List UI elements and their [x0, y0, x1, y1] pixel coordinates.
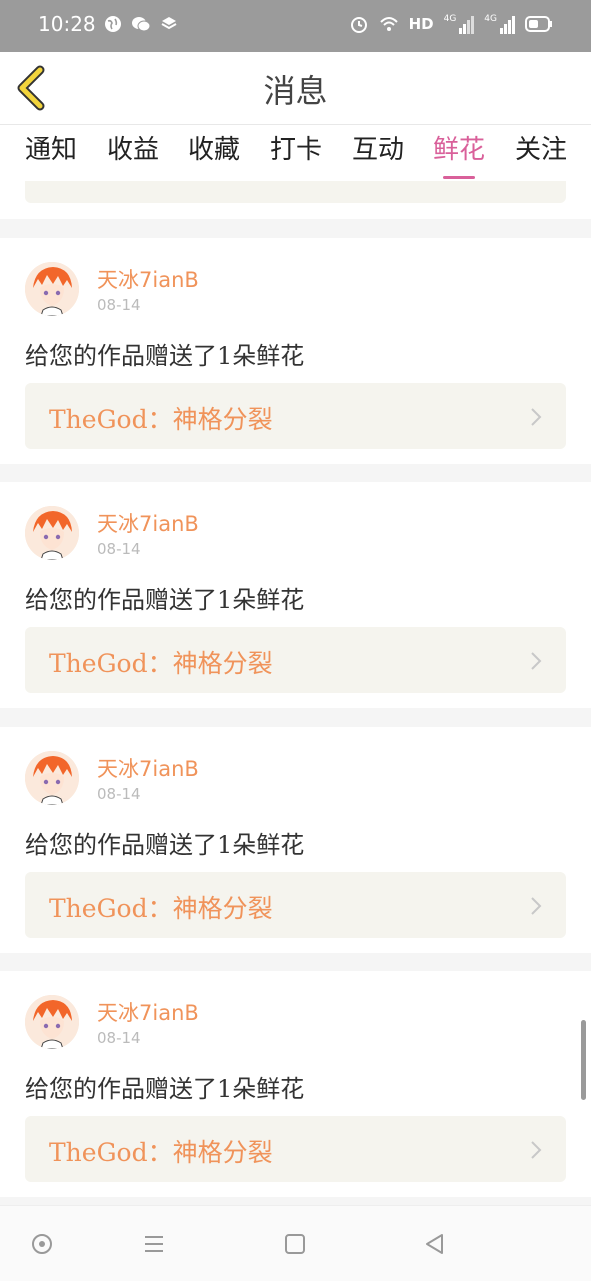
alarm-icon: [350, 17, 367, 33]
work-link[interactable]: [25, 181, 566, 203]
signal-icon: 4G: [444, 14, 475, 34]
list-item: 天冰7ianB 08-14 给您的作品赠送了1朵鲜花 TheGod：神格分裂: [0, 727, 591, 953]
menu-icon[interactable]: [142, 1232, 166, 1256]
username[interactable]: 天冰7ianB: [97, 753, 199, 783]
system-nav-bar: [0, 1205, 591, 1281]
username[interactable]: 天冰7ianB: [97, 997, 199, 1027]
wifi-icon: [379, 17, 398, 31]
status-time: 10:28: [38, 12, 96, 36]
avatar[interactable]: [25, 262, 79, 316]
header: 消息: [0, 52, 591, 125]
avatar[interactable]: [25, 751, 79, 805]
message-text: 给您的作品赠送了1朵鲜花: [25, 1075, 305, 1103]
avatar[interactable]: [25, 506, 79, 560]
date: 08-14: [97, 785, 141, 803]
work-link[interactable]: TheGod：神格分裂: [25, 872, 566, 938]
back-triangle-icon[interactable]: [423, 1232, 447, 1256]
work-link[interactable]: TheGod：神格分裂: [25, 1116, 566, 1182]
layers-icon: [161, 17, 177, 30]
message-text: 给您的作品赠送了1朵鲜花: [25, 586, 305, 614]
work-link[interactable]: TheGod：神格分裂: [25, 383, 566, 449]
message-text: 给您的作品赠送了1朵鲜花: [25, 831, 305, 859]
signal-icon: 4G: [484, 14, 515, 34]
square-icon[interactable]: [283, 1232, 307, 1256]
work-title: TheGod：神格分裂: [49, 405, 273, 434]
list-item: 天冰7ianB 08-14 给您的作品赠送了1朵鲜花 TheGod：神格分裂: [0, 482, 591, 708]
tab-interactions[interactable]: 互动: [349, 129, 407, 179]
tab-earnings[interactable]: 收益: [104, 129, 162, 179]
chevron-right-icon: [531, 1141, 542, 1159]
work-title: TheGod：神格分裂: [49, 1138, 273, 1167]
page-title: 消息: [263, 72, 328, 110]
date: 08-14: [97, 296, 141, 314]
status-bar: 10:28 HD 4G 4G: [0, 0, 591, 52]
list-item: 天冰7ianB 08-14 给您的作品赠送了1朵鲜花 TheGod：神格分裂: [0, 238, 591, 464]
circle-icon[interactable]: [30, 1232, 54, 1256]
chevron-right-icon: [531, 652, 542, 670]
chevron-right-icon: [531, 408, 542, 426]
tab-favorites[interactable]: 收藏: [185, 129, 243, 179]
work-link[interactable]: TheGod：神格分裂: [25, 627, 566, 693]
wechat-icon: [132, 17, 151, 32]
username[interactable]: 天冰7ianB: [97, 264, 199, 294]
work-title: TheGod：神格分裂: [49, 649, 273, 678]
battery-icon: [525, 16, 552, 32]
date: 08-14: [97, 1029, 141, 1047]
tab-notifications[interactable]: 通知: [22, 129, 80, 179]
work-title: TheGod：神格分裂: [49, 894, 273, 923]
chevron-right-icon: [531, 897, 542, 915]
avatar[interactable]: [25, 995, 79, 1049]
scrollbar[interactable]: [581, 1020, 586, 1100]
list-item: 天冰7ianB 08-14 给您的作品赠送了1朵鲜花 TheGod：神格分裂: [0, 971, 591, 1197]
list-item: [0, 181, 591, 219]
tab-flowers[interactable]: 鲜花: [430, 129, 488, 179]
message-list[interactable]: 天冰7ianB 08-14 给您的作品赠送了1朵鲜花 TheGod：神格分裂 天…: [0, 181, 591, 1205]
message-text: 给您的作品赠送了1朵鲜花: [25, 342, 305, 370]
username[interactable]: 天冰7ianB: [97, 508, 199, 538]
tab-checkin[interactable]: 打卡: [267, 129, 325, 179]
hd-label: HD: [408, 15, 434, 33]
tab-following[interactable]: 关注: [512, 129, 570, 179]
globe-icon: [105, 16, 121, 32]
date: 08-14: [97, 540, 141, 558]
tab-bar: 通知 收益 收藏 打卡 互动 鲜花 关注: [0, 125, 591, 181]
